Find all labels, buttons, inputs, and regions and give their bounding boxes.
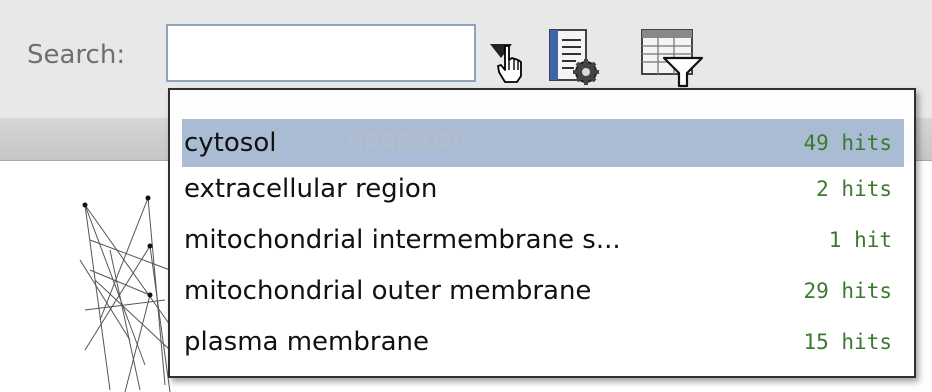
suggestion-item-mitochondrial-intermembrane[interactable]: mitochondrial intermembrane s... 1 hit <box>182 216 904 264</box>
suggestion-term: extracellular region <box>184 174 438 204</box>
network-graph <box>79 195 171 392</box>
suggestion-hit-count: 15 hits <box>803 330 892 354</box>
suggestion-term: mitochondrial outer membrane <box>184 276 592 306</box>
suggestion-item-mitochondrial-outer-membrane[interactable]: mitochondrial outer membrane 29 hits <box>182 267 904 315</box>
suggestion-hit-count: 2 hits <box>816 177 892 201</box>
suggestion-hit-count: 49 hits <box>803 131 892 155</box>
search-label: Search: <box>27 40 126 70</box>
hand-cursor-icon <box>497 45 522 83</box>
suggestion-term: plasma membrane <box>184 327 429 357</box>
network-title-label: Apoptosis <box>346 124 474 154</box>
autocomplete-dropdown[interactable]: cytosol 49 hits extracellular region 2 h… <box>168 88 916 378</box>
suggestion-hit-count: 1 hit <box>828 228 892 252</box>
document-gear-icon[interactable] <box>548 28 602 88</box>
suggestion-item-plasma-membrane[interactable]: plasma membrane 15 hits <box>182 318 904 366</box>
suggestion-item-cytosol[interactable]: cytosol 49 hits <box>182 119 904 167</box>
suggestion-item-extracellular-region[interactable]: extracellular region 2 hits <box>182 165 904 213</box>
suggestion-term: mitochondrial intermembrane s... <box>184 225 621 255</box>
search-input[interactable] <box>166 24 476 82</box>
suggestion-hit-count: 29 hits <box>803 279 892 303</box>
suggestion-term: cytosol <box>184 128 277 158</box>
table-filter-icon[interactable] <box>640 28 706 90</box>
